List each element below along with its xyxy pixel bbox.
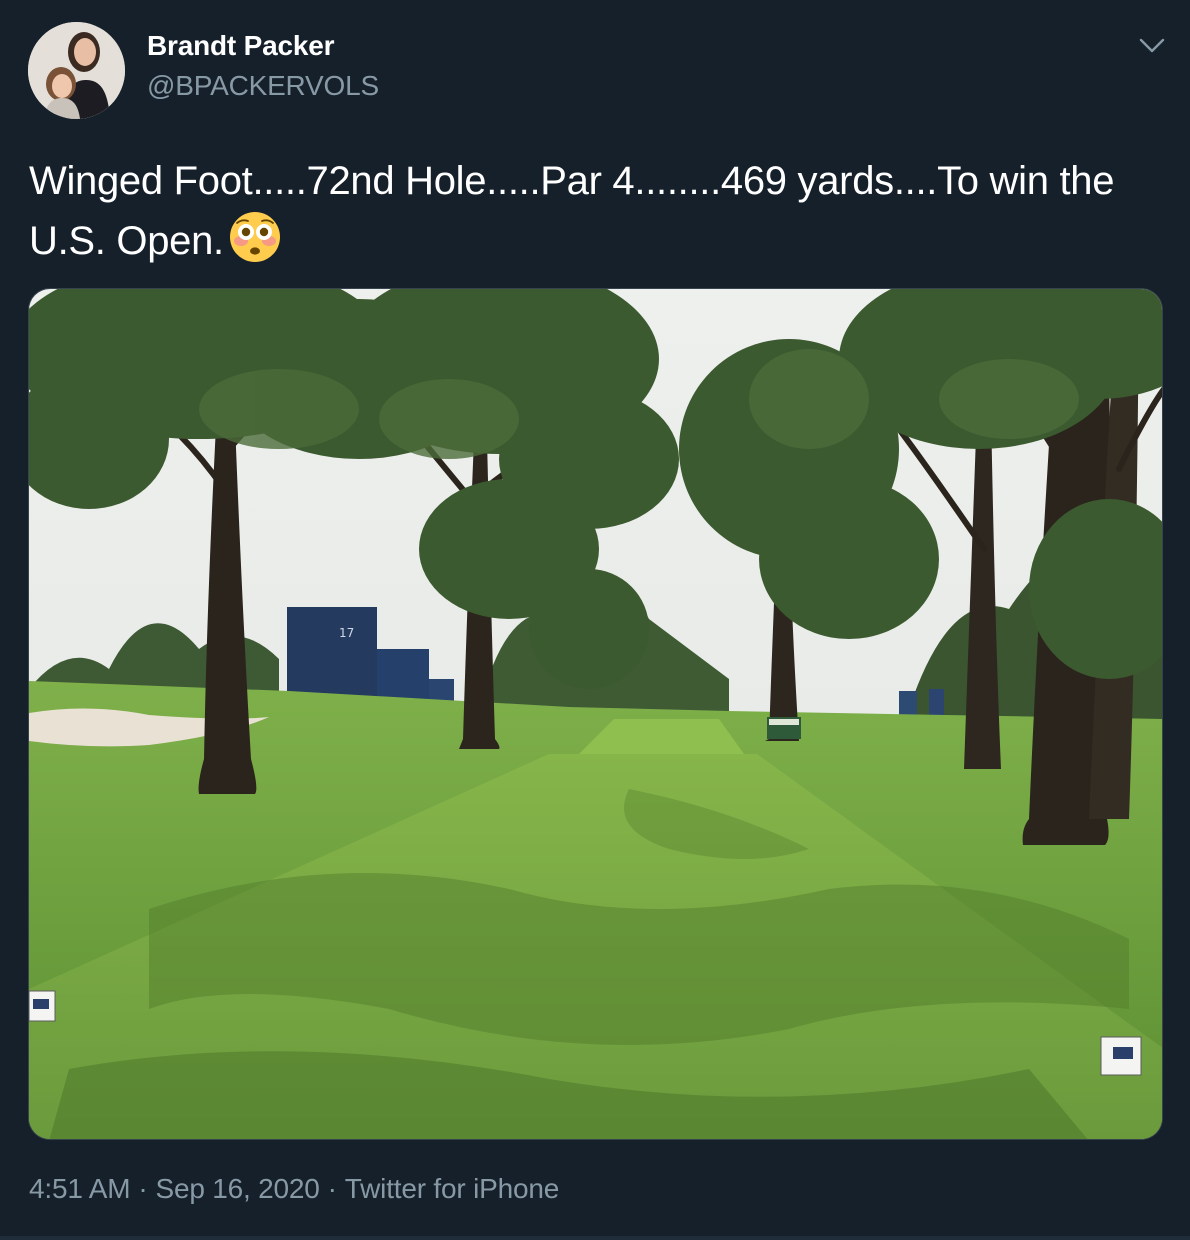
tweet-text: Winged Foot.....72nd Hole.....Par 4.....… bbox=[29, 152, 1149, 270]
meta-separator: · bbox=[138, 1173, 148, 1204]
author-handle[interactable]: @BPACKERVOLS bbox=[147, 70, 379, 102]
tweet-photo[interactable]: 17 bbox=[28, 288, 1163, 1140]
author-name[interactable]: Brandt Packer bbox=[147, 30, 334, 62]
tee-marker-right bbox=[1100, 1036, 1142, 1076]
flushed-face-icon bbox=[228, 210, 282, 264]
scoreboard-tower bbox=[287, 607, 377, 702]
divider bbox=[0, 1236, 1190, 1240]
tweet-source[interactable]: Twitter for iPhone bbox=[345, 1173, 559, 1204]
tweet-body: Winged Foot.....72nd Hole.....Par 4.....… bbox=[29, 159, 1115, 263]
tweet-meta: 4:51 AM · Sep 16, 2020 · Twitter for iPhone bbox=[29, 1173, 559, 1205]
tweet-card[interactable]: Brandt Packer @BPACKERVOLS Winged Foot..… bbox=[0, 0, 1190, 1240]
tee-marker-left bbox=[29, 990, 56, 1022]
tweet-date[interactable]: Sep 16, 2020 bbox=[155, 1173, 319, 1204]
hole-sign bbox=[767, 717, 801, 739]
avatar[interactable] bbox=[28, 22, 125, 119]
tower-number: 17 bbox=[339, 626, 354, 640]
chevron-down-icon[interactable] bbox=[1138, 36, 1166, 56]
tweet-time[interactable]: 4:51 AM bbox=[29, 1173, 131, 1204]
meta-separator: · bbox=[327, 1173, 337, 1204]
